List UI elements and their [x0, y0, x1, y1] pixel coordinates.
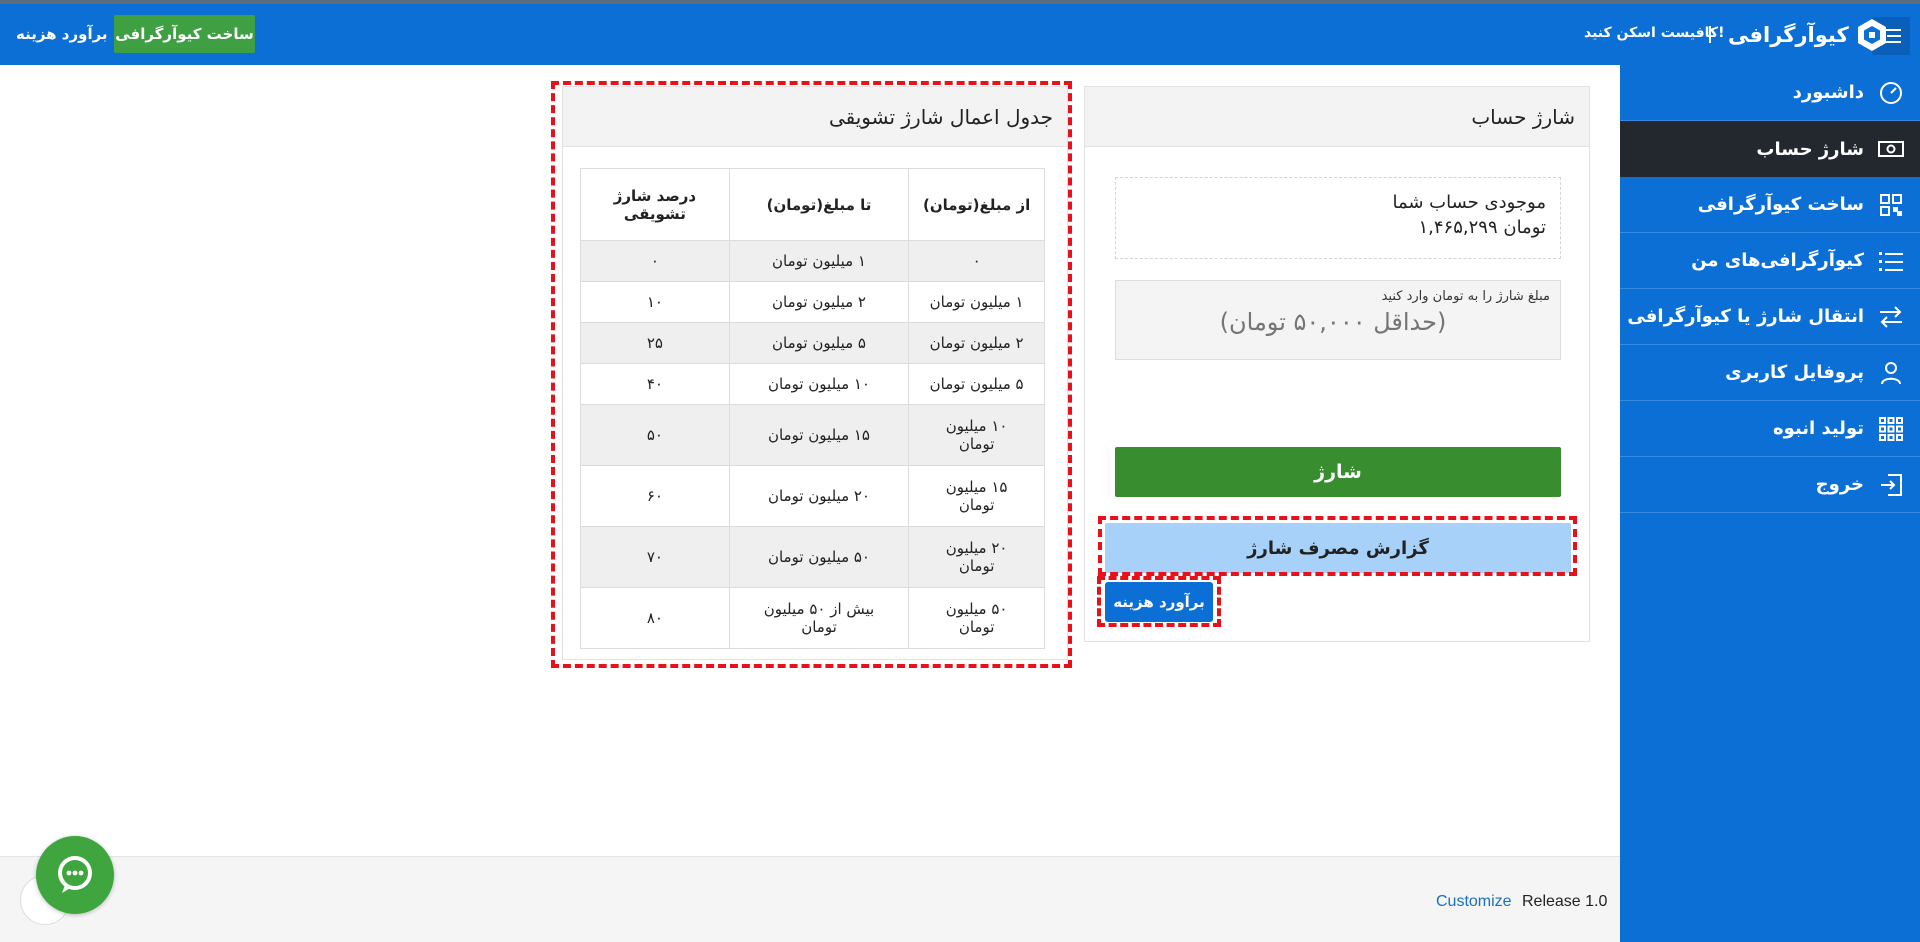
sidebar-item-dashboard[interactable]: داشبورد — [1620, 65, 1920, 121]
transfer-icon — [1878, 304, 1904, 330]
sidebar-item-bulk[interactable]: تولید انبوه — [1620, 401, 1920, 457]
table-cell: ۲ میلیون تومان — [728, 281, 910, 323]
bonus-table: از مبلغ(تومان) تا مبلغ(تومان) درصد شارژ … — [580, 168, 1045, 649]
table-cell: ۱ میلیون تومان — [728, 240, 910, 282]
charge-button[interactable]: شارژ — [1115, 447, 1561, 497]
amount-field-wrapper: مبلغ شارژ را به تومان وارد کنید — [1115, 280, 1561, 360]
create-qr-button[interactable]: ساخت کیوآرگرافی — [114, 15, 255, 53]
table-cell: ۵۰ میلیون تومان — [908, 587, 1045, 649]
speedometer-icon — [1878, 80, 1904, 106]
column-header: درصد شارژ تشویقی — [580, 168, 730, 241]
table-cell: ۱۵ میلیون تومان — [728, 404, 910, 466]
chat-bubble-icon — [58, 856, 92, 893]
table-cell: ۱۰ میلیون تومان — [728, 363, 910, 405]
balance-label: موجودی حساب شما — [1392, 192, 1546, 213]
table-cell: ۲ میلیون تومان — [908, 322, 1045, 364]
table-cell: ۰ — [580, 240, 730, 282]
sidebar-item-my-qr[interactable]: کیوآرگرافی‌های من — [1620, 233, 1920, 289]
money-icon — [1878, 136, 1904, 162]
sidebar: داشبورد شارژ حساب ساخت کیوآرگرافی کیوآرگ… — [1620, 65, 1920, 942]
table-cell: بیش از ۵۰ میلیون تومان — [728, 587, 910, 649]
table-cell: ۰ — [908, 240, 1045, 282]
table-row: ۱۰ میلیون تومان ۱۵ میلیون تومان ۵۰ — [580, 404, 1045, 466]
sidebar-item-label: تولید انبوه — [1772, 418, 1864, 439]
qrcode-icon — [1878, 192, 1904, 218]
sidebar-item-label: انتقال شارژ یا کیوآرگرافی — [1627, 306, 1864, 327]
bonus-panel: جدول اعمال شارژ تشویقی از مبلغ(تومان) تا… — [562, 86, 1068, 660]
table-cell: ۱۰ — [580, 281, 730, 323]
table-row: ۱ میلیون تومان ۲ میلیون تومان ۱۰ — [580, 281, 1045, 323]
list-icon — [1878, 248, 1904, 274]
sidebar-item-logout[interactable]: خروج — [1620, 457, 1920, 513]
table-cell: ۱۰ میلیون تومان — [908, 404, 1045, 466]
table-cell: ۱۵ میلیون تومان — [908, 465, 1045, 527]
sidebar-item-label: داشبورد — [1792, 82, 1864, 103]
sidebar-item-label: ساخت کیوآرگرافی — [1697, 194, 1864, 215]
sidebar-item-label: خروج — [1815, 474, 1864, 495]
chat-button[interactable] — [36, 836, 114, 914]
table-cell: ۴۰ — [580, 363, 730, 405]
bonus-panel-title: جدول اعمال شارژ تشویقی — [563, 87, 1067, 147]
sidebar-item-create-qr[interactable]: ساخت کیوآرگرافی — [1620, 177, 1920, 233]
table-cell: ۵۰ میلیون تومان — [728, 526, 910, 588]
balance-value: ۱,۴۶۵,۲۹۹ تومان — [1418, 217, 1547, 238]
estimate-link[interactable]: برآورد هزینه — [16, 25, 108, 43]
column-header: تا مبلغ(تومان) — [728, 168, 910, 241]
logo-text: کیوآرگرافی — [1728, 23, 1849, 47]
charge-panel: شارژ حساب موجودی حساب شما ۱,۴۶۵,۲۹۹ توما… — [1084, 86, 1590, 642]
table-row: ۱۵ میلیون تومان ۲۰ میلیون تومان ۶۰ — [580, 465, 1045, 527]
header: کیوآرگرافی کافیست اسکن کنید! ساخت کیوآرگ… — [0, 4, 1920, 65]
table-cell: ۵ میلیون تومان — [728, 322, 910, 364]
sidebar-item-label: پروفایل کاربری — [1725, 362, 1864, 383]
logo-hexagon-icon — [1857, 19, 1886, 51]
sidebar-item-charge[interactable]: شارژ حساب — [1620, 121, 1920, 177]
logout-icon — [1878, 472, 1904, 498]
table-cell: ۱ میلیون تومان — [908, 281, 1045, 323]
footer: Customize Release 1.0 — [0, 856, 1620, 942]
logo[interactable]: کیوآرگرافی — [1728, 18, 1889, 52]
user-icon — [1878, 360, 1904, 386]
table-cell: ۲۰ میلیون تومان — [728, 465, 910, 527]
release-label: Release 1.0 — [1522, 893, 1608, 910]
table-row: ۰ ۱ میلیون تومان ۰ — [580, 240, 1045, 282]
table-row: ۲ میلیون تومان ۵ میلیون تومان ۲۵ — [580, 322, 1045, 364]
tagline: کافیست اسکن کنید! — [1584, 25, 1725, 41]
grid-icon — [1878, 416, 1904, 442]
table-row: ۵ میلیون تومان ۱۰ میلیون تومان ۴۰ — [580, 363, 1045, 405]
table-cell: ۷۰ — [580, 526, 730, 588]
table-row: ۵۰ میلیون تومان بیش از ۵۰ میلیون تومان ۸… — [580, 587, 1045, 649]
sidebar-item-label: شارژ حساب — [1756, 138, 1864, 160]
table-row: ۲۰ میلیون تومان ۵۰ میلیون تومان ۷۰ — [580, 526, 1045, 588]
table-cell: ۲۰ میلیون تومان — [908, 526, 1045, 588]
sidebar-item-profile[interactable]: پروفایل کاربری — [1620, 345, 1920, 401]
table-cell: ۵ میلیون تومان — [908, 363, 1045, 405]
estimate-cost-button[interactable]: برآورد هزینه — [1105, 582, 1213, 622]
charge-report-button[interactable]: گزارش مصرف شارژ — [1105, 523, 1571, 573]
table-cell: ۲۵ — [580, 322, 730, 364]
balance-box: موجودی حساب شما ۱,۴۶۵,۲۹۹ تومان — [1115, 177, 1561, 259]
table-cell: ۸۰ — [580, 587, 730, 649]
amount-input[interactable] — [1116, 308, 1550, 336]
table-cell: ۶۰ — [580, 465, 730, 527]
sidebar-item-label: کیوآرگرافی‌های من — [1691, 250, 1864, 271]
table-cell: ۵۰ — [580, 404, 730, 466]
customize-link[interactable]: Customize — [1436, 893, 1512, 911]
amount-label: مبلغ شارژ را به تومان وارد کنید — [1381, 289, 1550, 304]
column-header: از مبلغ(تومان) — [908, 168, 1045, 241]
charge-panel-title: شارژ حساب — [1085, 87, 1589, 147]
sidebar-item-transfer[interactable]: انتقال شارژ یا کیوآرگرافی — [1620, 289, 1920, 345]
